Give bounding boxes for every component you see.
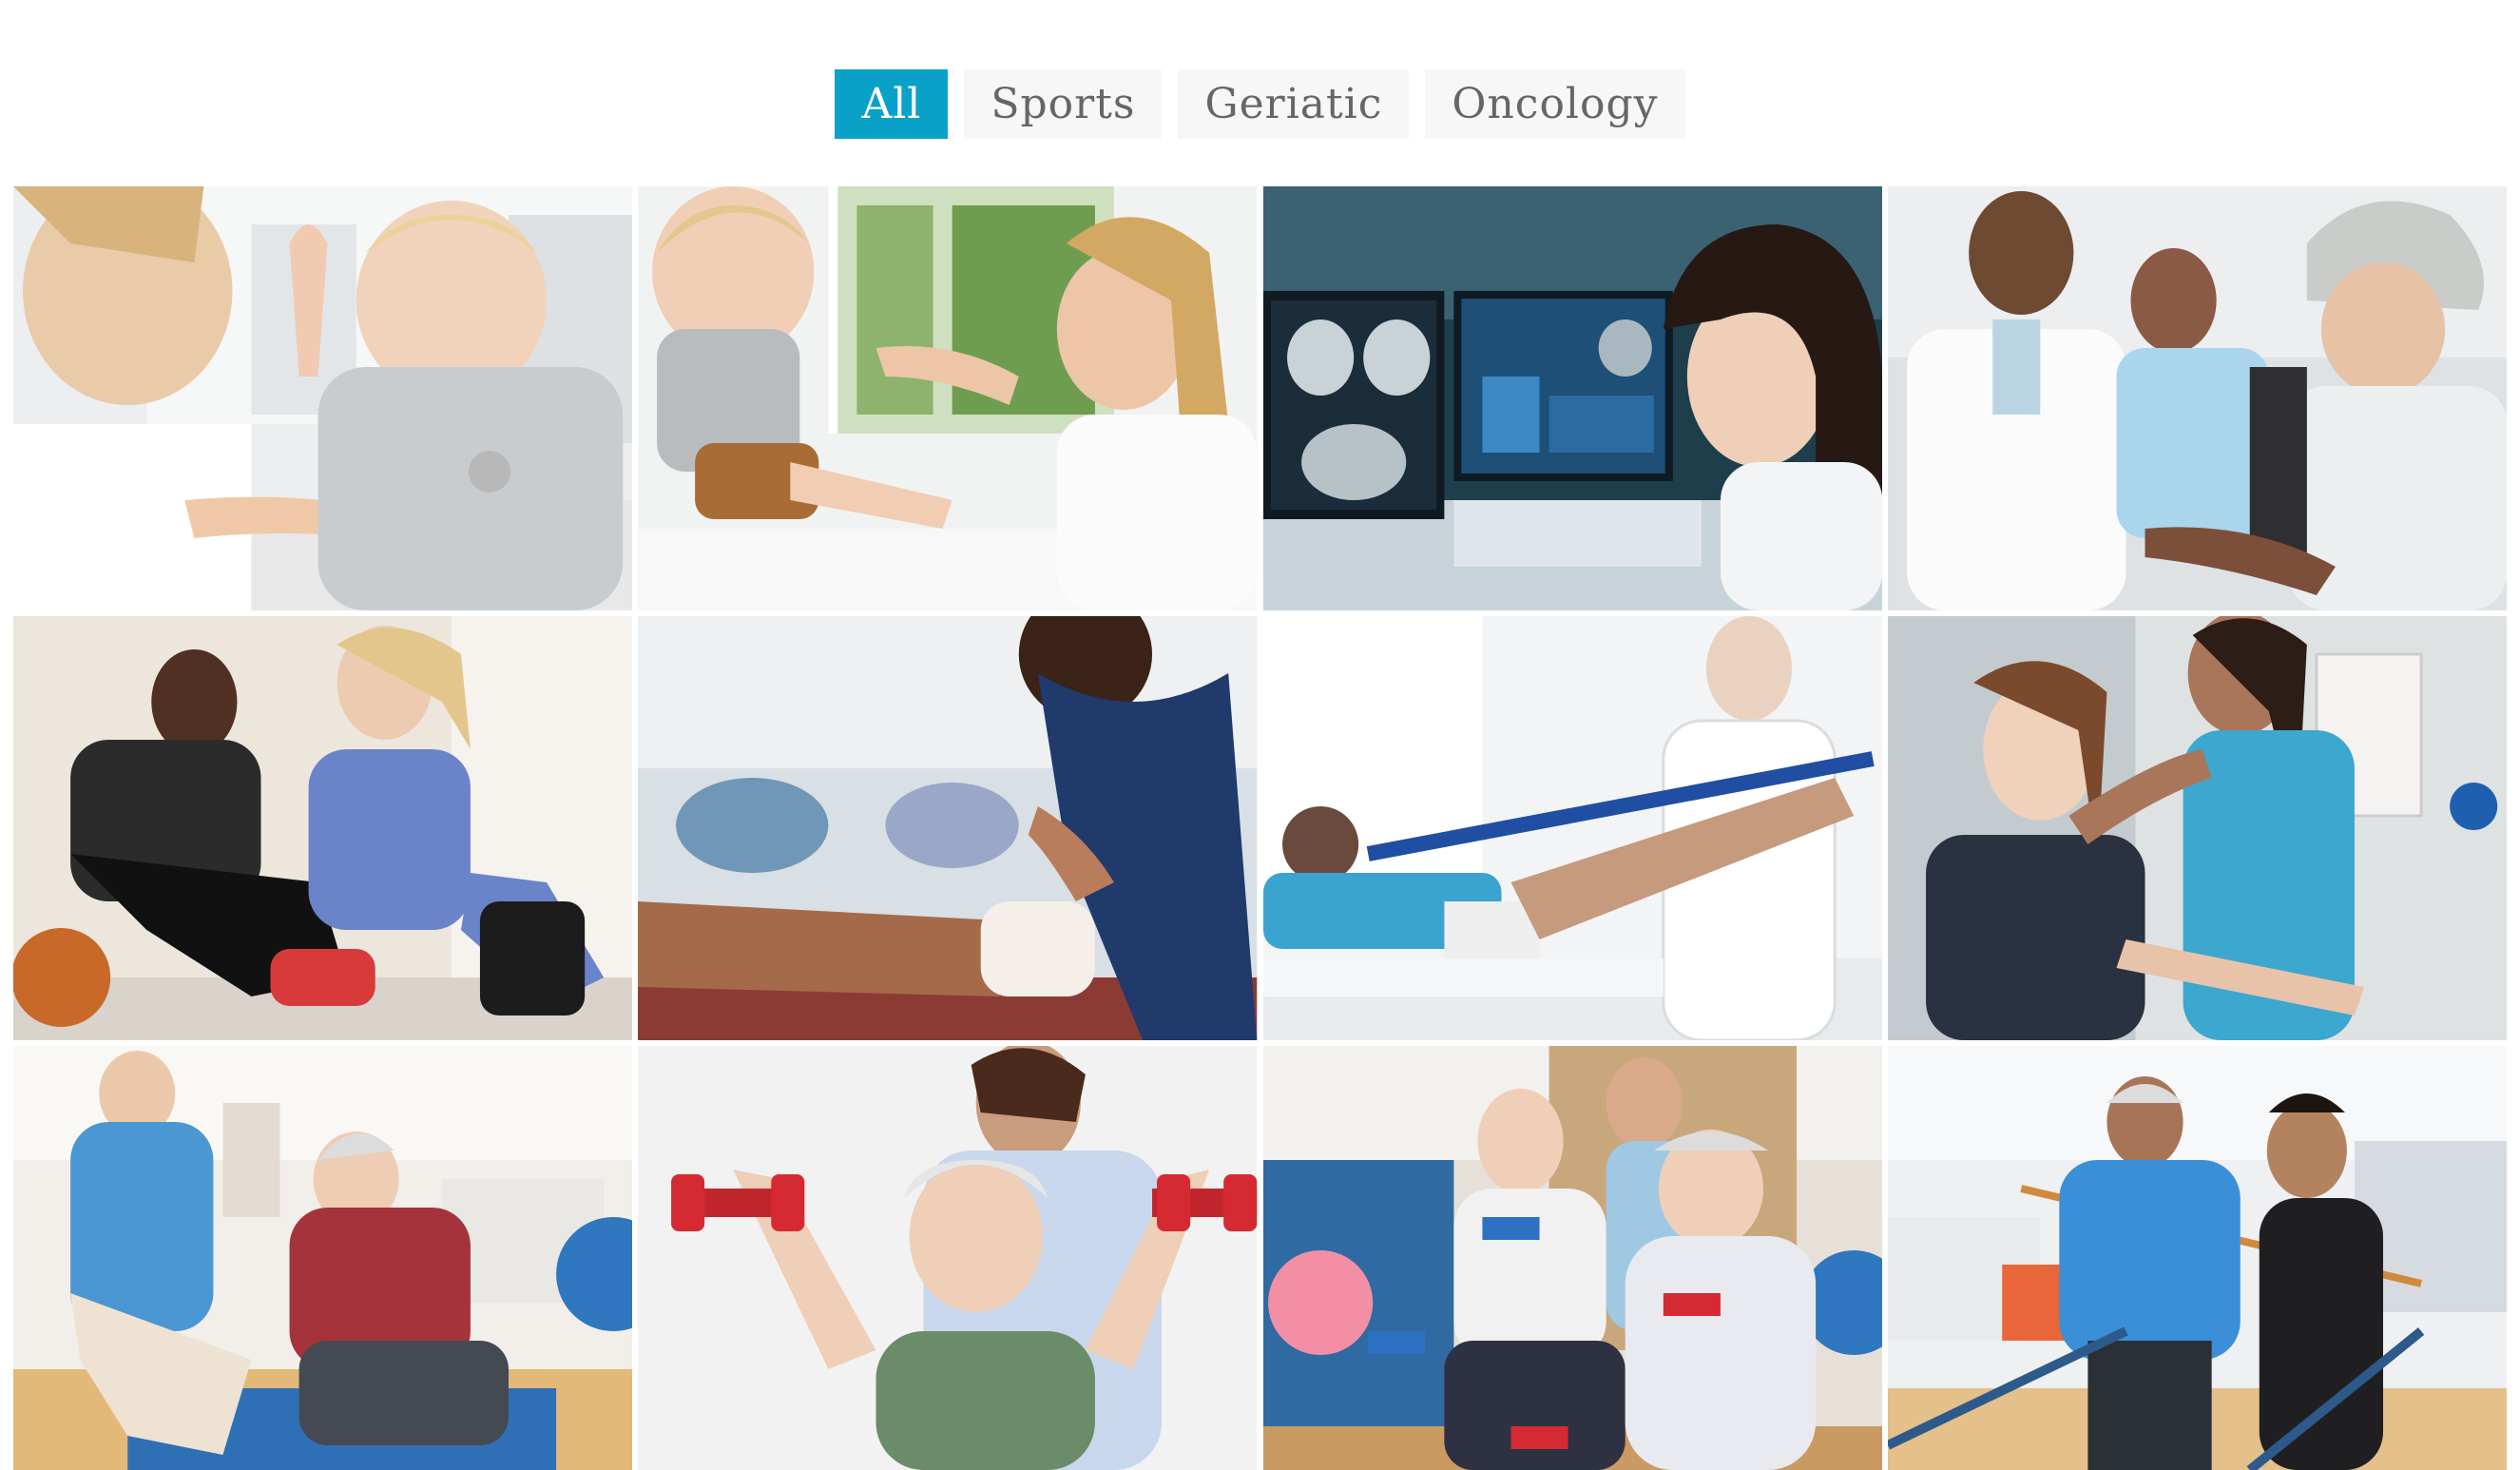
filter-all-button[interactable]: All bbox=[835, 69, 949, 139]
parallel-bars-walking-image bbox=[1887, 1046, 2507, 1470]
senior-dumbbells-image bbox=[638, 1046, 1258, 1470]
gallery-item-parallel-bars-walking[interactable] bbox=[1887, 1046, 2507, 1470]
gallery-item-resistance-band-exercise[interactable] bbox=[1262, 616, 1882, 1040]
gallery-item-ankle-bandage[interactable] bbox=[638, 616, 1258, 1040]
gallery-item-senior-dumbbells[interactable] bbox=[638, 1046, 1258, 1470]
gallery-item-nurse-elderly-assessment[interactable] bbox=[13, 1046, 633, 1470]
resistance-band-exercise-image bbox=[1262, 616, 1882, 1040]
gallery-item-seniors-gym[interactable] bbox=[1262, 1046, 1882, 1470]
gallery-item-athlete-ankle-therapy[interactable] bbox=[13, 616, 633, 1040]
gallery-item-oncology-consult[interactable] bbox=[1887, 186, 2507, 610]
filter-geriatic-button[interactable]: Geriatic bbox=[1178, 69, 1410, 139]
radiologist-ct-scan-image bbox=[1262, 186, 1882, 610]
doctor-examining-baby-image bbox=[13, 186, 633, 610]
image-gallery bbox=[13, 186, 2507, 1470]
gallery-filter-bar: All Sports Geriatic Oncology bbox=[0, 69, 2520, 139]
ankle-bandage-image bbox=[638, 616, 1258, 1040]
shoulder-stretch-image bbox=[1887, 616, 2507, 1040]
seniors-gym-image bbox=[1262, 1046, 1882, 1470]
filter-sports-button[interactable]: Sports bbox=[964, 69, 1163, 139]
nurse-elderly-assessment-image bbox=[13, 1046, 633, 1470]
athlete-ankle-therapy-image bbox=[13, 616, 633, 1040]
gallery-item-doctor-examining-baby[interactable] bbox=[13, 186, 633, 610]
gallery-item-shoulder-stretch[interactable] bbox=[1887, 616, 2507, 1040]
oncology-consult-image bbox=[1887, 186, 2507, 610]
gallery-item-therapist-with-toddler[interactable] bbox=[638, 186, 1258, 610]
gallery-item-radiologist-ct-scan[interactable] bbox=[1262, 186, 1882, 610]
therapist-with-toddler-image bbox=[638, 186, 1258, 610]
filter-oncology-button[interactable]: Oncology bbox=[1425, 69, 1685, 139]
